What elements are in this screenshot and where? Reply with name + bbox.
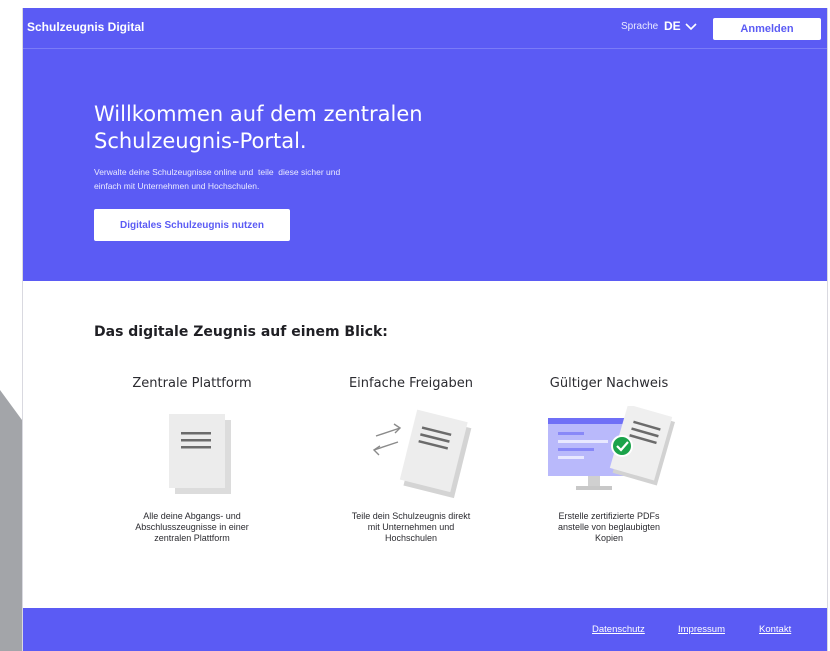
background-gray-panel (0, 270, 22, 651)
feature-title: Gültiger Nachweis (549, 376, 669, 391)
feature-valid-proof: Gültiger Nachweis Erstelle zertifizierte… (514, 376, 704, 543)
feature-desc-line: anstelle von beglaubigten (557, 522, 661, 532)
footer-link-contact[interactable]: Kontakt (759, 624, 791, 635)
footer-link-privacy[interactable]: Datenschutz (592, 624, 645, 635)
hero-subtitle-line-1: Verwalte deine Schulzeugnisse online und… (94, 167, 341, 177)
feature-description: Alle deine Abgangs- und Abschlusszeugnis… (112, 511, 272, 544)
feature-desc-line: mit Unternehmen und (367, 522, 455, 532)
hero-title-line-1: Willkommen auf dem zentralen (94, 102, 423, 126)
footer: Datenschutz Impressum Kontakt (23, 608, 827, 651)
hero-section: Willkommen auf dem zentralen Schulzeugni… (23, 49, 827, 281)
language-selector[interactable]: DE (664, 19, 681, 33)
feature-easy-sharing: Einfache Freigaben Teile dein Schulzeugn… (316, 376, 506, 543)
verified-document-icon (548, 406, 675, 490)
browser-viewport: Schulzeugnis Digital Sprache DE Anmelden… (22, 8, 828, 651)
hero-title: Willkommen auf dem zentralen Schulzeugni… (94, 101, 514, 155)
login-button[interactable]: Anmelden (713, 18, 821, 40)
feature-desc-line: Kopien (594, 533, 624, 543)
feature-title: Zentrale Plattform (132, 376, 252, 391)
language-label: Sprache (621, 21, 659, 32)
feature-desc-line: Alle deine Abgangs- und (143, 511, 241, 521)
hero-subtitle: Verwalte deine Schulzeugnisse online und… (94, 165, 434, 193)
feature-desc-line: zentralen Plattform (154, 533, 230, 543)
feature-desc-line: Teile dein Schulzeugnis direkt (351, 511, 471, 521)
document-stack-icon (169, 414, 231, 494)
feature-title: Einfache Freigaben (348, 376, 474, 391)
chevron-down-icon[interactable] (685, 22, 697, 32)
share-arrows-icon (372, 409, 472, 499)
feature-desc-line: Erstelle zertifizierte PDFs (558, 511, 660, 521)
footer-link-imprint[interactable]: Impressum (678, 624, 725, 635)
features-section-title: Das digitale Zeugnis auf einem Blick: (94, 324, 388, 340)
feature-description: Erstelle zertifizierte PDFs anstelle von… (529, 511, 689, 544)
feature-desc-line: Abschlusszeugnisse in einer (135, 522, 249, 532)
feature-central-platform: Zentrale Plattform Alle deine Abgangs- u… (97, 376, 287, 543)
feature-description: Teile dein Schulzeugnis direkt mit Unter… (331, 511, 491, 544)
top-navigation-bar: Schulzeugnis Digital Sprache DE Anmelden (23, 8, 827, 49)
brand-logo-text[interactable]: Schulzeugnis Digital (27, 20, 144, 34)
use-digital-certificate-button[interactable]: Digitales Schulzeugnis nutzen (94, 209, 290, 241)
feature-desc-line: Hochschulen (384, 533, 438, 543)
hero-title-line-2: Schulzeugnis-Portal. (94, 129, 307, 153)
hero-subtitle-line-2: einfach mit Unternehmen und Hochschulen. (94, 181, 260, 191)
